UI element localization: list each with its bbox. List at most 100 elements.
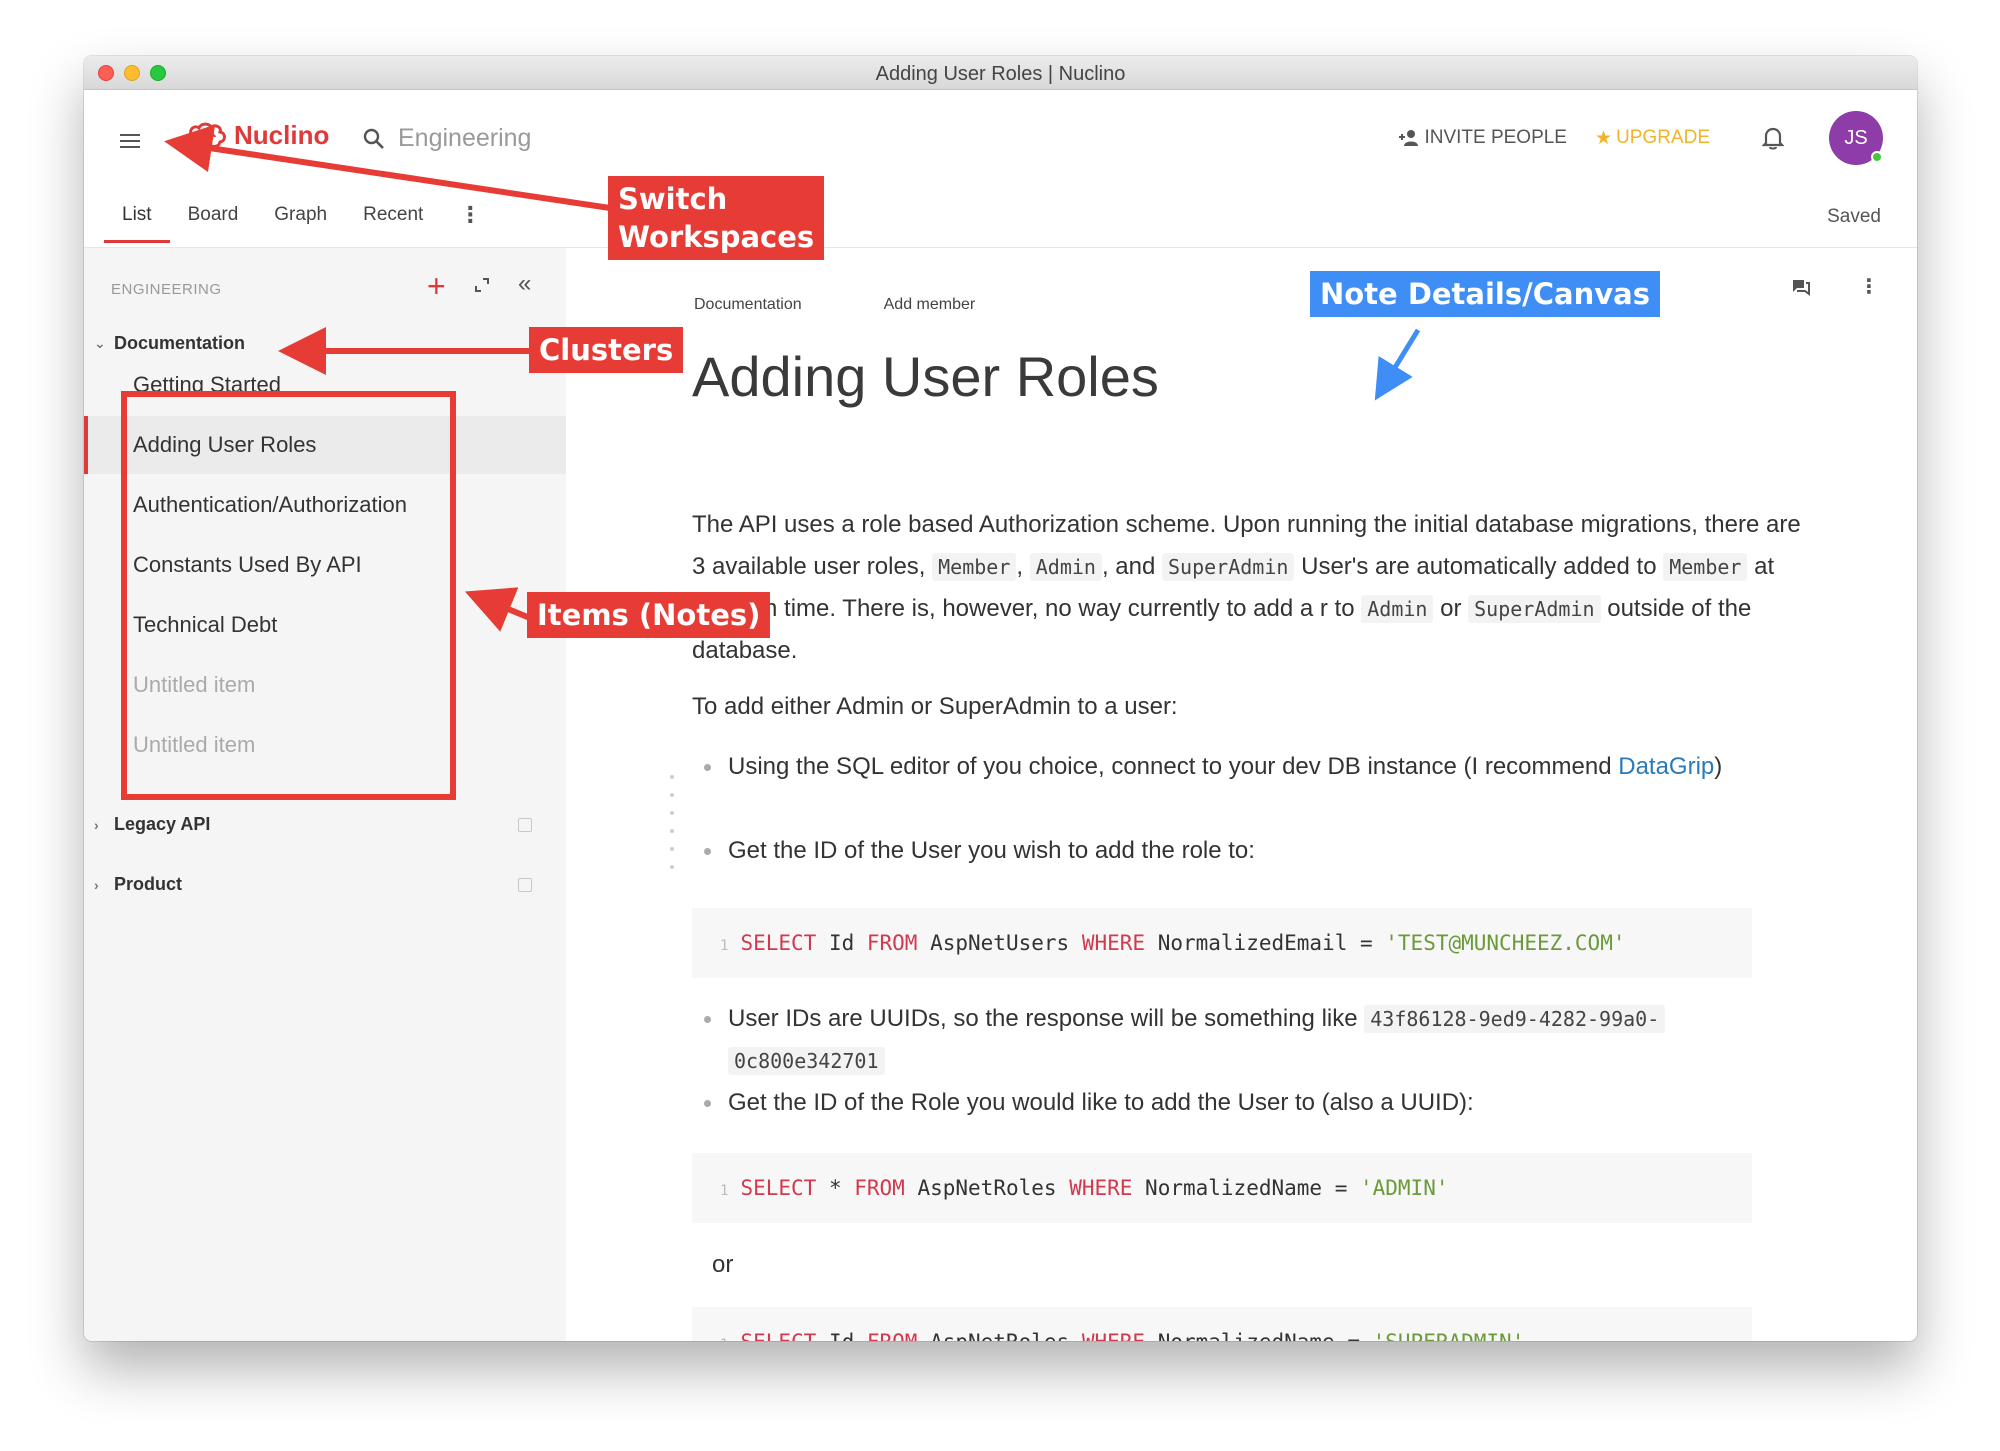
annotation-switch-workspaces: Switch Workspaces [608,176,825,260]
text: ) [1714,753,1723,780]
cluster-label: Product [114,874,183,894]
annotation-items-notes: Items (Notes) [527,592,771,638]
paragraph[interactable]: The API uses a role based Authorization … [692,504,1812,672]
inline-code: SuperAdmin [1162,553,1295,581]
text: r to [1319,595,1355,622]
text: or [1440,595,1462,622]
paragraph[interactable]: To add either Admin or SuperAdmin to a u… [692,686,1812,728]
list-item[interactable]: Get the ID of the User you wish to add t… [692,830,1792,872]
code-keyword: FROM [854,1176,905,1200]
code-block[interactable]: 1 SELECT Id FROM AspNetRoles WHERE Normal… [692,1307,1752,1341]
chevron-down-icon: ⌄ [94,335,106,351]
code-keyword: WHERE [1082,1330,1145,1341]
code-text: AspNetRoles [917,1330,1081,1341]
code-keyword: SELECT [740,1176,817,1200]
code-keyword: WHERE [1069,1176,1133,1200]
header-toolbar: INVITE PEOPLE ★ UPGRADE JS [1398,111,1883,165]
comment-icon[interactable] [1791,278,1811,296]
inline-code: Admin [1361,595,1434,623]
inline-code: 43f86128-9ed9-4282-99a0- [1364,1005,1666,1033]
inline-code: Member [1663,553,1748,581]
cluster-documentation[interactable]: ⌄ Documentation [94,333,245,354]
breadcrumb-item[interactable]: Documentation [694,296,802,314]
code-text: NormalizedEmail = [1145,931,1386,955]
line-number: 1 [720,1337,728,1341]
search-icon [363,128,384,149]
tab-list[interactable]: List [104,196,170,243]
bell-icon[interactable] [1762,126,1784,150]
code-keyword: WHERE [1081,931,1146,955]
invite-people-button[interactable]: INVITE PEOPLE [1398,127,1567,149]
code-text: * [816,1176,855,1200]
view-tabs: List Board Graph Recent ⋮ [104,196,499,244]
nuclino-logo[interactable]: Nuclino [184,120,329,151]
inline-code: 0c800e342701 [728,1047,885,1075]
code-text: Id [816,1330,867,1341]
upgrade-button[interactable]: ★ UPGRADE [1595,127,1710,150]
code-block[interactable]: 1 SELECT Id FROM AspNetUsers WHERE Normal… [692,908,1752,978]
line-number: 1 [720,938,729,954]
more-options-icon[interactable]: ⋮ [1859,274,1879,299]
code-keyword: FROM [866,931,918,955]
tab-graph[interactable]: Graph [256,196,345,243]
items-highlight-box [121,391,456,800]
inline-code: SuperAdmin [1468,595,1601,623]
brain-logo-icon [185,122,226,148]
add-item-icon[interactable]: + [427,268,446,305]
invite-label: INVITE PEOPLE [1424,127,1567,148]
code-text: Id [816,931,867,955]
cluster-label: Legacy API [114,814,211,834]
list-item[interactable]: Get the ID of the Role you would like to… [692,1082,1792,1124]
window-title: Adding User Roles | Nuclino [875,63,1126,85]
code-string: 'SUPERADMIN' [1373,1330,1525,1341]
annotation-clusters: Clusters [529,327,684,373]
note-canvas: Documentation Add member ⋮ Adding User R… [566,248,1917,1341]
code-keyword: SELECT [740,931,817,955]
expand-icon[interactable] [474,277,490,293]
more-views-icon[interactable]: ⋮ [441,196,499,243]
paragraph[interactable]: or [712,1244,1832,1286]
text: , and [1101,553,1156,580]
text: Using the SQL editor of you choice, conn… [728,753,1612,780]
list-item[interactable]: Using the SQL editor of you choice, conn… [692,746,1792,788]
chevron-right-icon: › [94,816,99,833]
code-text: NormalizedName = [1132,1176,1360,1200]
canvas-actions: ⋮ [1791,274,1879,299]
tab-board[interactable]: Board [170,196,257,243]
add-person-icon [1399,130,1419,146]
tab-recent[interactable]: Recent [345,196,441,243]
breadcrumb: Documentation Add member [694,296,975,314]
chevron-right-icon: › [94,876,99,893]
upgrade-label: UPGRADE [1616,127,1710,148]
breadcrumb-item[interactable]: Add member [884,296,976,314]
menu-icon[interactable] [120,130,140,152]
cluster-legacy-api[interactable]: › Legacy API [94,814,554,835]
text: User's are automatically added to [1301,553,1657,580]
drag-handle-icon[interactable] [668,768,682,876]
page-title[interactable]: Adding User Roles [692,344,1159,409]
saved-status: Saved [1827,206,1881,227]
datagrip-link[interactable]: DataGrip [1618,753,1714,780]
workspace-label: ENGINEERING [111,281,222,298]
text: User IDs are UUIDs, so the response will… [728,1005,1358,1032]
avatar-initials: JS [1844,126,1868,149]
collapse-sidebar-icon[interactable]: « [518,270,531,298]
list-item[interactable]: User IDs are UUIDs, so the response will… [692,998,1792,1082]
copy-icon[interactable] [518,877,532,892]
star-icon: ★ [1594,127,1613,149]
cluster-product[interactable]: › Product [94,874,554,895]
text: , [1016,553,1024,580]
code-string: 'TEST@MUNCHEEZ.COM' [1385,931,1626,955]
inline-code: Admin [1029,553,1102,581]
annotation-note-details: Note Details/Canvas [1310,271,1660,317]
online-status-dot [1871,151,1883,163]
line-number: 1 [720,1183,729,1199]
code-block[interactable]: 1 SELECT * FROM AspNetRoles WHERE Normali… [692,1153,1752,1223]
title-bar: Adding User Roles | Nuclino [84,56,1917,90]
workspace-search[interactable]: Engineering [362,124,531,153]
code-text: AspNetRoles [904,1176,1070,1200]
copy-icon[interactable] [518,817,532,832]
cluster-label: Documentation [114,333,246,353]
code-keyword: SELECT [740,1330,816,1341]
user-avatar[interactable]: JS [1829,111,1883,165]
